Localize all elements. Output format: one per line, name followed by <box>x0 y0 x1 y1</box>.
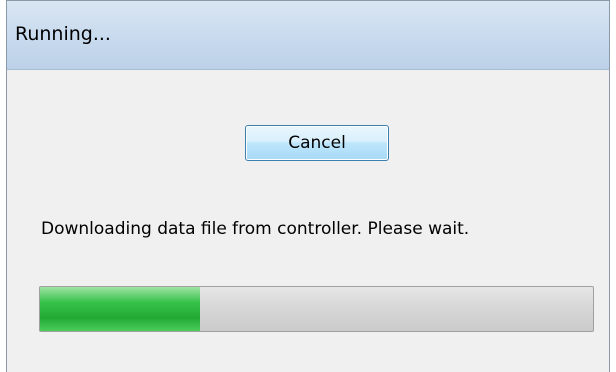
window-title: Running... <box>15 23 111 45</box>
progress-bar <box>39 286 594 332</box>
status-message: Downloading data file from controller. P… <box>41 219 470 239</box>
title-bar[interactable]: Running... <box>7 1 609 70</box>
running-dialog: Running... Cancel Downloading data file … <box>6 0 610 372</box>
cancel-button[interactable]: Cancel <box>245 125 389 161</box>
progress-fill <box>40 287 201 331</box>
